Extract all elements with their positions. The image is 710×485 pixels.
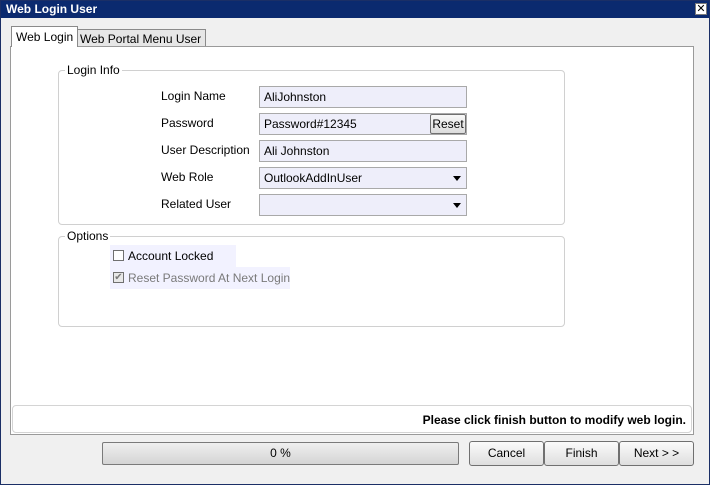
tab-panel-web-login: Login Info Login Name AliJohnston Passwo…	[10, 46, 694, 435]
login-name-label: Login Name	[161, 89, 226, 103]
status-message: Please click finish button to modify web…	[422, 413, 686, 427]
account-locked-checkbox-row[interactable]: Account Locked	[110, 245, 236, 267]
options-legend: Options	[65, 229, 111, 243]
tab-web-login[interactable]: Web Login	[11, 26, 79, 47]
progress-text: 0 %	[270, 446, 291, 460]
web-role-value: OutlookAddInUser	[264, 171, 363, 185]
progress-bar: 0 %	[102, 442, 459, 465]
login-name-field[interactable]: AliJohnston	[259, 86, 467, 108]
tab-label: Web Portal Menu User	[80, 32, 202, 46]
tab-web-portal-menu-user[interactable]: Web Portal Menu User	[75, 29, 207, 47]
password-label: Password	[161, 116, 214, 130]
reset-password-checkbox[interactable]: ✔	[113, 272, 124, 283]
reset-password-button[interactable]: Reset	[430, 114, 466, 134]
title-bar[interactable]: Web Login User ✕	[1, 1, 709, 18]
cancel-button[interactable]: Cancel	[469, 441, 544, 466]
password-value: Password#12345	[264, 117, 357, 131]
next-button[interactable]: Next > >	[619, 441, 694, 466]
web-role-label: Web Role	[161, 170, 214, 184]
web-role-select[interactable]: OutlookAddInUser	[259, 167, 467, 189]
tab-label: Web Login	[16, 30, 74, 44]
reset-password-label: Reset Password At Next Login	[128, 271, 291, 285]
status-bar: Please click finish button to modify web…	[12, 405, 692, 433]
close-icon[interactable]: ✕	[695, 3, 707, 15]
account-locked-label: Account Locked	[128, 249, 214, 263]
user-description-label: User Description	[161, 143, 250, 157]
chevron-down-icon[interactable]	[453, 203, 461, 208]
chevron-down-icon[interactable]	[453, 176, 461, 181]
user-description-field[interactable]: Ali Johnston	[259, 140, 467, 162]
login-info-legend: Login Info	[65, 63, 122, 77]
related-user-select[interactable]	[259, 194, 467, 216]
account-locked-checkbox[interactable]	[113, 250, 124, 261]
related-user-label: Related User	[161, 197, 232, 211]
checkmark-icon: ✔	[114, 272, 123, 283]
window-title: Web Login User	[6, 2, 98, 16]
finish-button[interactable]: Finish	[544, 441, 619, 466]
reset-password-checkbox-row[interactable]: ✔ Reset Password At Next Login	[110, 267, 290, 289]
web-login-user-window: Web Login User ✕ Web Login Web Portal Me…	[0, 0, 710, 485]
